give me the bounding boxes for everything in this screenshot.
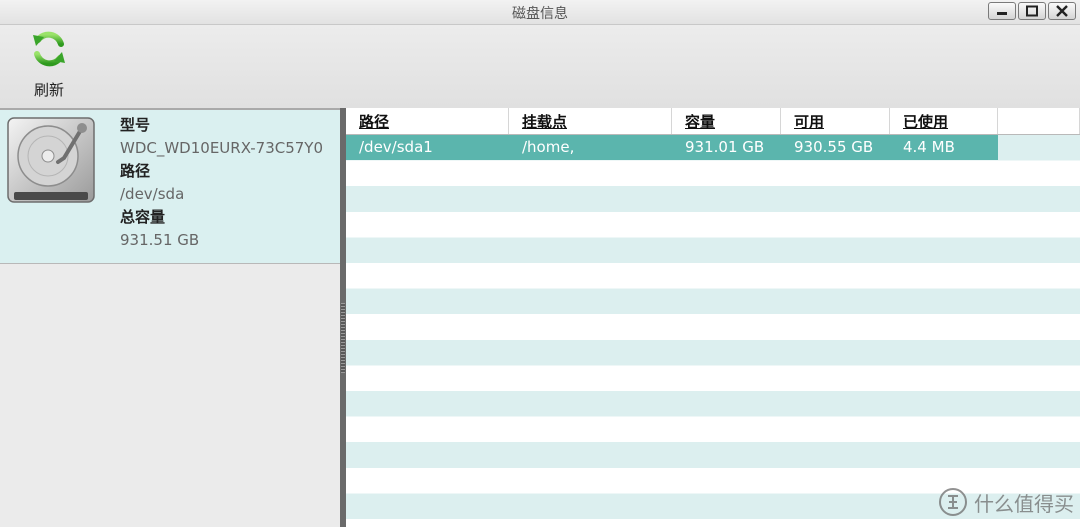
splitter-grip[interactable] — [341, 303, 345, 373]
model-label: 型号 — [120, 116, 151, 134]
minimize-button[interactable] — [988, 2, 1016, 20]
cell-available: 930.55 GB — [794, 138, 874, 156]
column-header-capacity[interactable]: 容量 — [672, 108, 781, 134]
maximize-button[interactable] — [1018, 2, 1046, 20]
minimize-icon — [997, 12, 1007, 15]
hard-drive-icon — [7, 117, 95, 203]
disk-list-item[interactable]: 型号 WDC_WD10EURX-73C57Y0 路径 /dev/sda 总容量 … — [0, 110, 340, 264]
path-value: /dev/sda — [120, 185, 185, 203]
column-header-available[interactable]: 可用 — [781, 108, 890, 134]
watermark: 什么值得买 — [938, 487, 1074, 517]
column-header-filler — [998, 108, 1080, 134]
column-header-path[interactable]: 路径 — [346, 108, 509, 134]
cell-used: 4.4 MB — [903, 138, 955, 156]
partition-table: 路径 挂载点 容量 可用 已使用 /dev/sda1 /home, 931.01… — [346, 108, 1080, 527]
table-header: 路径 挂载点 容量 可用 已使用 — [346, 108, 1080, 135]
table-row[interactable]: /dev/sda1 /home, 931.01 GB 930.55 GB 4.4… — [346, 135, 998, 160]
column-header-mountpoint[interactable]: 挂载点 — [509, 108, 672, 134]
cell-path: /dev/sda1 — [359, 138, 433, 156]
cell-capacity: 931.01 GB — [685, 138, 765, 156]
close-button[interactable] — [1048, 2, 1076, 20]
window-title: 磁盘信息 — [512, 6, 568, 22]
column-header-used[interactable]: 已使用 — [890, 108, 998, 134]
disk-info: 型号 WDC_WD10EURX-73C57Y0 路径 /dev/sda 总容量 … — [120, 114, 338, 252]
watermark-text: 什么值得买 — [974, 491, 1074, 516]
path-label: 路径 — [120, 162, 151, 180]
cell-mountpoint: /home, — [522, 138, 575, 156]
capacity-label: 总容量 — [120, 208, 166, 226]
close-icon — [1056, 5, 1068, 17]
title-bar: 磁盘信息 — [0, 0, 1080, 25]
model-value: WDC_WD10EURX-73C57Y0 — [120, 139, 323, 157]
window-controls — [988, 2, 1076, 20]
refresh-button[interactable]: 刷新 — [22, 29, 76, 105]
refresh-icon — [33, 31, 65, 67]
maximize-icon — [1026, 5, 1038, 17]
zhi-logo-icon — [939, 488, 967, 516]
disk-list-panel: 型号 WDC_WD10EURX-73C57Y0 路径 /dev/sda 总容量 … — [0, 110, 340, 527]
refresh-label: 刷新 — [33, 81, 64, 99]
capacity-value: 931.51 GB — [120, 231, 200, 249]
toolbar: 刷新 — [0, 25, 1080, 110]
